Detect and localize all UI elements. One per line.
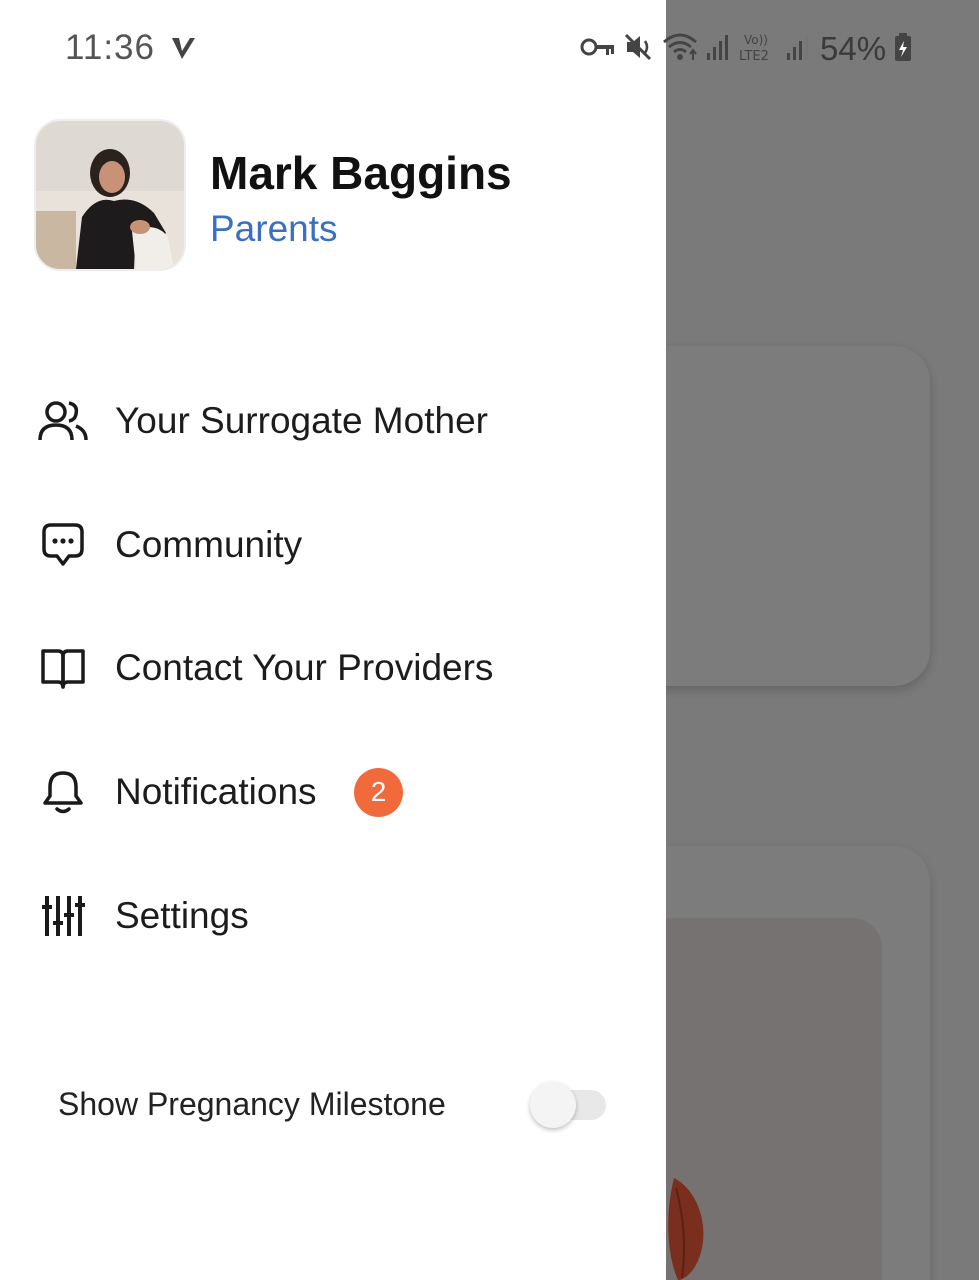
leaf-illustration — [664, 1178, 708, 1280]
battery-icon — [894, 32, 912, 67]
wifi-icon — [662, 32, 698, 67]
bell-icon — [36, 765, 90, 819]
menu-item-settings[interactable]: Settings — [0, 876, 666, 956]
battery-percent: 54% — [820, 30, 887, 67]
book-icon — [36, 641, 90, 695]
status-time: 11:36 — [65, 28, 155, 67]
sliders-icon — [36, 889, 90, 943]
people-icon — [36, 394, 90, 448]
menu-item-label: Community — [115, 524, 303, 565]
menu-item-contact-your-providers[interactable]: Contact Your Providers — [0, 628, 666, 708]
menu-item-your-surrogate-mother[interactable]: Your Surrogate Mother — [0, 381, 666, 461]
menu-item-label: Your Surrogate Mother — [115, 400, 488, 441]
signal-icon — [786, 33, 810, 66]
status-bar: 11:36 Vo)) LTE2 54% — [0, 0, 979, 96]
profile-name: Mark Baggins — [210, 147, 512, 199]
notification-count-badge: 2 — [354, 767, 403, 817]
status-icons: Vo)) LTE2 54% — [580, 30, 912, 68]
avatar[interactable] — [36, 121, 184, 269]
menu-item-community[interactable]: Community — [0, 505, 666, 585]
chat-bubble-icon — [36, 518, 90, 572]
menu-item-notifications[interactable]: Notifications 2 — [0, 752, 666, 832]
signal-icon — [706, 33, 730, 66]
menu-item-label: Contact Your Providers — [115, 647, 494, 688]
toggle-thumb — [530, 1082, 576, 1128]
vpn-key-icon — [580, 36, 616, 63]
v-icon — [170, 35, 196, 61]
svg-text:LTE2: LTE2 — [739, 49, 769, 63]
pregnancy-milestone-label: Show Pregnancy Milestone — [58, 1086, 446, 1122]
menu-item-label: Notifications — [115, 771, 317, 812]
profile-role: Parents — [210, 208, 338, 249]
menu-item-label: Settings — [115, 895, 249, 936]
volte-lte2-icon: Vo)) LTE2 — [738, 31, 778, 68]
mute-icon — [624, 32, 654, 67]
svg-text:Vo)): Vo)) — [744, 33, 768, 47]
pregnancy-milestone-toggle[interactable] — [530, 1082, 608, 1128]
